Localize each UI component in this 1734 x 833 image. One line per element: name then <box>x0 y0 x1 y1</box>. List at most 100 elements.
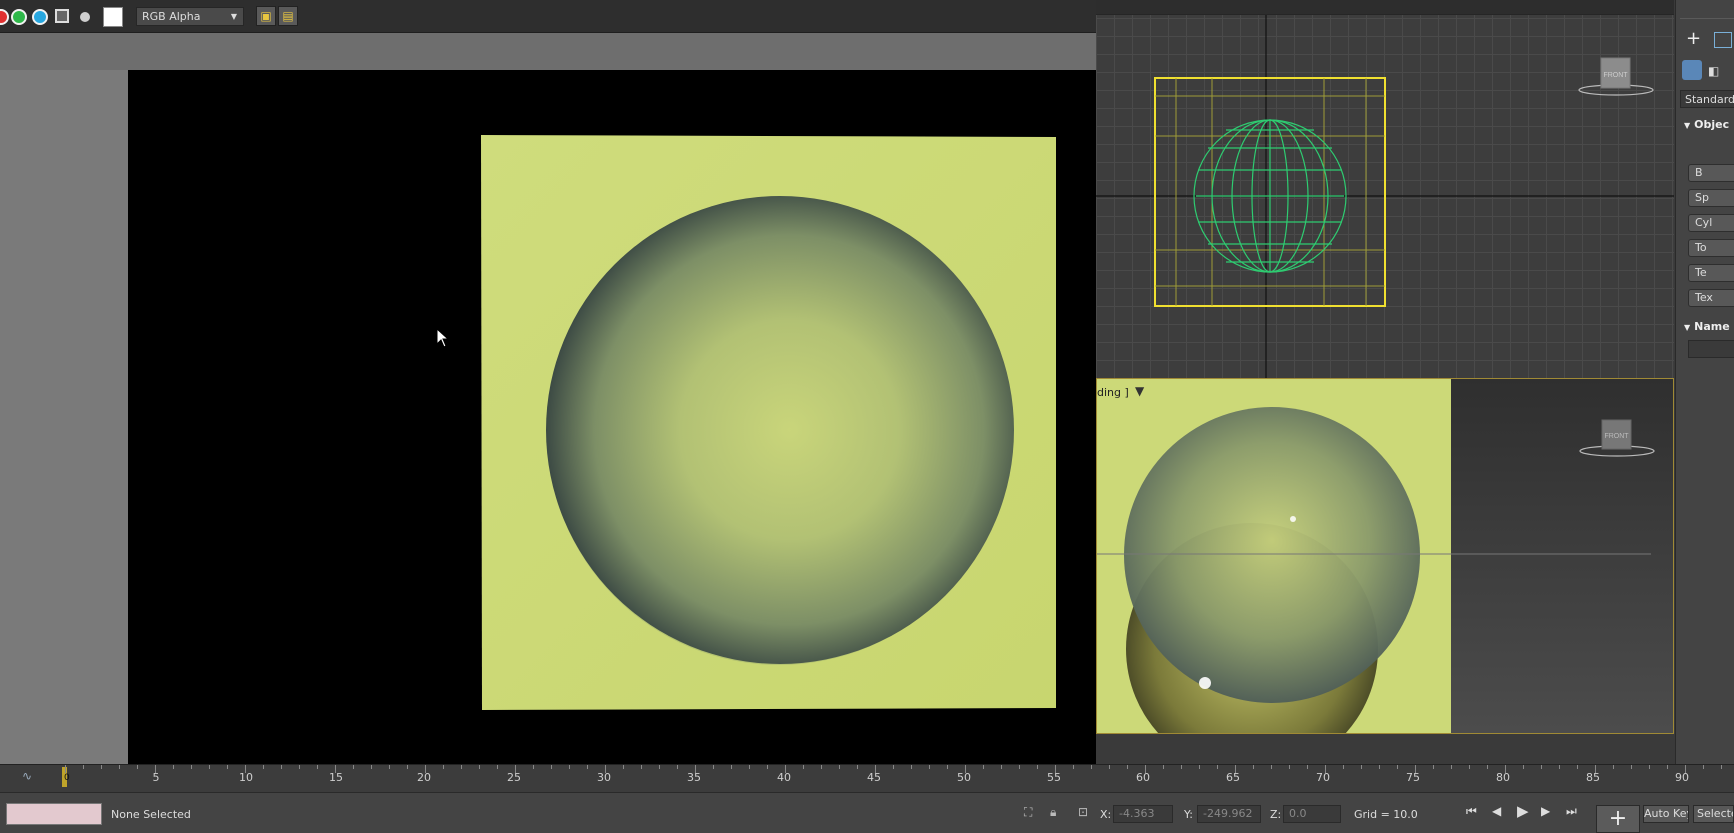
next-frame-icon[interactable]: ▶︎ <box>1541 804 1550 818</box>
viewport-perspective[interactable]: FRONT ding ] ▼ <box>1096 378 1674 734</box>
tick-mark <box>389 765 390 769</box>
teapot-button[interactable]: Te <box>1688 264 1734 282</box>
alpha-channel-icon[interactable] <box>80 12 90 22</box>
tick-mark <box>1649 765 1650 769</box>
tick-mark <box>713 765 714 769</box>
rendered-image <box>481 135 1056 710</box>
tick-label: 25 <box>507 771 521 784</box>
key-filter-dropdown[interactable]: Selecte <box>1693 805 1734 823</box>
status-bar: None Selected ⛶ 🔒︎ ⊡ X: -4.363 Y: -249.9… <box>0 792 1734 833</box>
rollout-expand-icon: ▼ <box>1684 323 1691 332</box>
tick-mark <box>857 765 858 769</box>
tick-mark <box>1001 765 1002 769</box>
tick-label: 90 <box>1675 771 1689 784</box>
tick-mark <box>65 765 66 773</box>
tick-mark <box>119 765 120 769</box>
rollout-name-color[interactable]: ▼ Name <box>1684 320 1730 333</box>
tick-mark <box>1019 765 1020 769</box>
tick-mark <box>497 765 498 769</box>
blue-channel-icon[interactable] <box>32 9 48 25</box>
tick-label: 85 <box>1586 771 1600 784</box>
absolute-mode-icon[interactable]: ⊡ <box>1078 805 1088 819</box>
mouse-cursor-icon <box>436 328 450 348</box>
cylinder-button[interactable]: Cyl <box>1688 214 1734 232</box>
tick-mark <box>1433 765 1434 769</box>
tick-mark <box>1613 765 1614 769</box>
tick-label: 30 <box>597 771 611 784</box>
filter-icon[interactable]: ▼ <box>1135 384 1144 398</box>
go-to-start-icon[interactable]: ⏮ <box>1466 804 1477 819</box>
tick-mark <box>1451 765 1452 769</box>
tick-label: 65 <box>1226 771 1240 784</box>
color-swatch[interactable] <box>103 7 123 27</box>
selection-lock-icon[interactable]: 🔒︎ <box>1050 805 1056 820</box>
tick-mark <box>191 765 192 769</box>
tick-mark <box>1577 765 1578 769</box>
z-coord-field[interactable]: 0.0 <box>1283 805 1341 823</box>
textplus-button[interactable]: Tex <box>1688 289 1734 307</box>
geometry-icon[interactable] <box>1682 60 1702 80</box>
maxscript-listener-field[interactable] <box>6 803 102 825</box>
red-channel-icon[interactable] <box>0 9 9 25</box>
set-key-button[interactable]: + <box>1596 805 1640 833</box>
x-coord-field[interactable]: -4.363 <box>1113 805 1173 823</box>
frame-buffer-toolbar: RGB Alpha ▼ ▣ ▤ <box>0 0 1096 33</box>
chevron-down-icon: ▼ <box>230 12 237 21</box>
frame-window-icon[interactable]: ▣ <box>256 6 276 26</box>
tick-mark <box>623 765 624 769</box>
tick-mark <box>1217 765 1218 769</box>
tick-mark <box>1397 765 1398 769</box>
y-coord-field[interactable]: -249.962 <box>1197 805 1261 823</box>
tick-label: 55 <box>1047 771 1061 784</box>
rollout-expand-icon: ▼ <box>1684 121 1691 130</box>
render-settings-icon[interactable]: ▤ <box>278 6 298 26</box>
isolate-selection-icon[interactable]: ⛶ <box>1024 805 1032 820</box>
create-plus-icon[interactable]: + <box>1686 28 1701 49</box>
tick-mark <box>353 765 354 769</box>
rollout-object-type[interactable]: ▼ Objec <box>1684 118 1729 131</box>
play-icon[interactable]: ▶ <box>1517 802 1529 820</box>
sphere-button[interactable]: Sp <box>1688 189 1734 207</box>
tick-mark <box>1091 765 1092 769</box>
viewport-label[interactable]: ding ] <box>1097 386 1129 399</box>
object-category-dropdown[interactable]: Standard <box>1680 90 1734 108</box>
tick-label: 35 <box>687 771 701 784</box>
torus-button[interactable]: To <box>1688 239 1734 257</box>
auto-key-button[interactable]: Auto Key <box>1643 805 1689 823</box>
tick-mark <box>1109 765 1110 769</box>
tick-mark <box>911 765 912 769</box>
tick-mark <box>1631 765 1632 769</box>
viewport-top[interactable]: FRONT <box>1096 0 1674 378</box>
shapes-icon[interactable]: ◧ <box>1708 64 1719 78</box>
tick-mark <box>407 765 408 769</box>
go-to-end-icon[interactable]: ⏭ <box>1566 804 1577 819</box>
tick-mark <box>929 765 930 769</box>
previous-frame-icon[interactable]: ◀︎ <box>1492 804 1501 818</box>
mono-channel-icon[interactable] <box>55 9 69 23</box>
display-channel-dropdown[interactable]: RGB Alpha ▼ <box>136 7 244 26</box>
tick-label: 80 <box>1496 771 1510 784</box>
tick-mark <box>1253 765 1254 769</box>
modify-icon[interactable] <box>1714 32 1732 48</box>
box-button[interactable]: B <box>1688 164 1734 182</box>
command-panel: + ◧ Standard ▼ Objec B Sp Cyl To Te Tex ▼… <box>1675 0 1734 765</box>
tick-label: 60 <box>1136 771 1150 784</box>
tick-mark <box>1487 765 1488 769</box>
tick-label: 50 <box>957 771 971 784</box>
tick-mark <box>1073 765 1074 769</box>
rendered-sphere <box>546 196 1014 664</box>
tick-label: 10 <box>239 771 253 784</box>
timeline-bar[interactable]: ∿ 0 5 10 15 20 25 30 35 40 45 50 55 60 6… <box>0 764 1734 793</box>
tick-label: 45 <box>867 771 881 784</box>
sphere-wireframe <box>1193 119 1347 273</box>
tick-mark <box>767 765 768 769</box>
tick-mark <box>1289 765 1290 769</box>
object-name-field[interactable] <box>1688 340 1734 358</box>
rendered-image-canvas[interactable] <box>128 70 1096 764</box>
tick-mark <box>317 765 318 769</box>
svg-text:FRONT: FRONT <box>1604 433 1629 440</box>
green-channel-icon[interactable] <box>11 9 27 25</box>
tick-mark <box>821 765 822 769</box>
tick-mark <box>461 765 462 769</box>
tick-label: 15 <box>329 771 343 784</box>
